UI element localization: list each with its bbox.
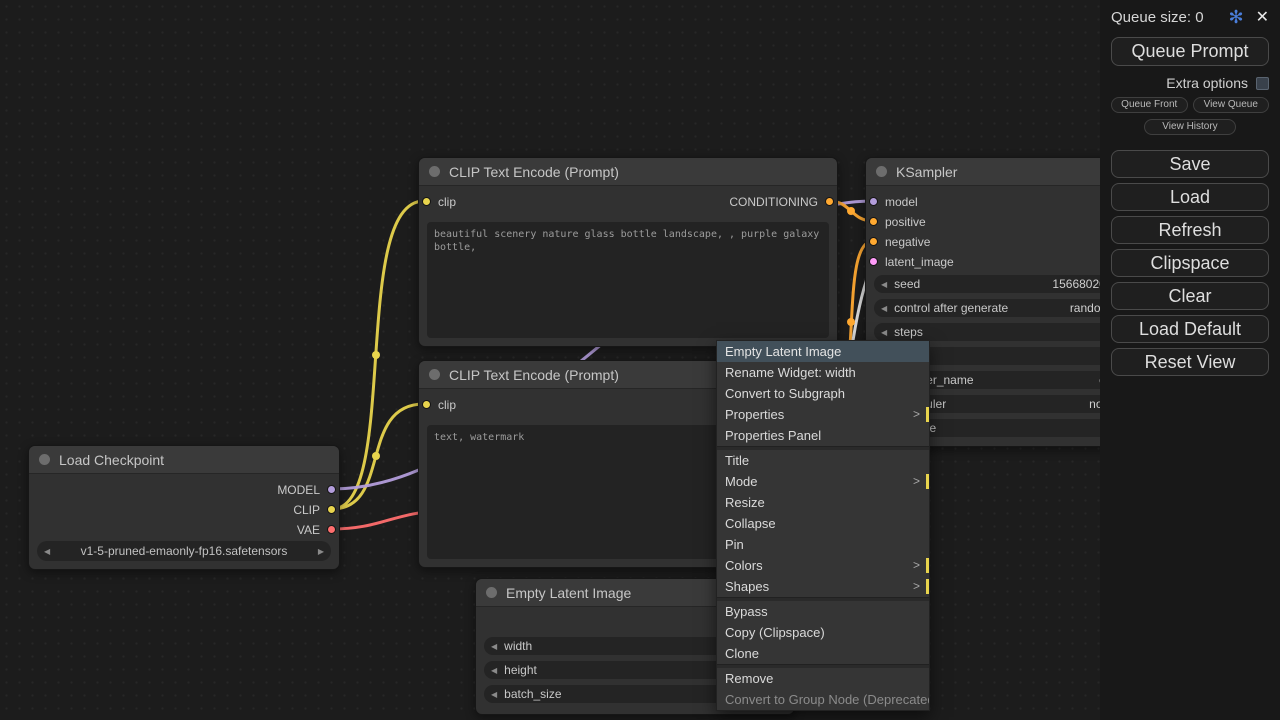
- view-queue-button[interactable]: View Queue: [1193, 97, 1270, 113]
- settings-icon[interactable]: ✻: [1229, 7, 1244, 28]
- submenu-arrow-icon: >: [913, 404, 920, 425]
- node-clip-text-encode-positive[interactable]: CLIP Text Encode (Prompt) clip CONDITION…: [418, 157, 838, 347]
- clipspace-button[interactable]: Clipspace: [1111, 249, 1269, 277]
- input-label-latent-image: latent_image: [885, 255, 954, 269]
- link-dot: [847, 207, 855, 215]
- reset-view-button[interactable]: Reset View: [1111, 348, 1269, 376]
- input-slot-clip[interactable]: [422, 400, 431, 409]
- save-button[interactable]: Save: [1111, 150, 1269, 178]
- node-title: Empty Latent Image: [506, 585, 631, 601]
- submenu-arrow-icon: >: [913, 576, 920, 597]
- prompt-text-widget[interactable]: beautiful scenery nature glass bottle la…: [427, 222, 829, 338]
- decrement-icon[interactable]: ◀: [881, 280, 887, 289]
- menu-item-remove[interactable]: Remove: [717, 668, 929, 689]
- submenu-arrow-icon: >: [913, 555, 920, 576]
- submenu-flag: [926, 579, 929, 594]
- collapse-dot[interactable]: [429, 166, 440, 177]
- submenu-flag: [926, 558, 929, 573]
- next-icon[interactable]: ▶: [318, 547, 324, 556]
- menu-item-pin[interactable]: Pin: [717, 534, 929, 555]
- output-slot-conditioning[interactable]: [825, 197, 834, 206]
- menu-item-properties-panel[interactable]: Properties Panel: [717, 425, 929, 446]
- output-label-conditioning: CONDITIONING: [729, 195, 818, 209]
- collapse-dot[interactable]: [876, 166, 887, 177]
- input-slot-positive[interactable]: [869, 217, 878, 226]
- collapse-dot[interactable]: [39, 454, 50, 465]
- link-dot: [847, 318, 855, 326]
- clear-button[interactable]: Clear: [1111, 282, 1269, 310]
- menu-item-shapes[interactable]: Shapes >: [717, 576, 929, 597]
- node-title-bar[interactable]: CLIP Text Encode (Prompt): [419, 158, 837, 186]
- comfy-menu-panel: Queue size: 0 ✻ ✕ Queue Prompt Extra opt…: [1100, 0, 1280, 720]
- input-label-positive: positive: [885, 215, 926, 229]
- node-title-bar[interactable]: Load Checkpoint: [29, 446, 339, 474]
- menu-item-copy-clipspace[interactable]: Copy (Clipspace): [717, 622, 929, 643]
- menu-item-resize[interactable]: Resize: [717, 492, 929, 513]
- output-slot-model[interactable]: [327, 485, 336, 494]
- output-slot-vae[interactable]: [327, 525, 336, 534]
- close-icon[interactable]: ✕: [1256, 7, 1269, 27]
- view-history-button[interactable]: View History: [1144, 119, 1236, 135]
- output-label-vae: VAE: [297, 523, 320, 537]
- menu-item-mode[interactable]: Mode >: [717, 471, 929, 492]
- load-default-button[interactable]: Load Default: [1111, 315, 1269, 343]
- input-slot-negative[interactable]: [869, 237, 878, 246]
- output-slot-clip[interactable]: [327, 505, 336, 514]
- input-label-model: model: [885, 195, 918, 209]
- menu-item-rename-widget[interactable]: Rename Widget: width: [717, 362, 929, 383]
- decrement-icon[interactable]: ◀: [491, 690, 497, 699]
- link-dot: [372, 452, 380, 460]
- extra-options-checkbox[interactable]: [1256, 77, 1269, 90]
- node-load-checkpoint[interactable]: Load Checkpoint MODEL CLIP VAE ◀ v1-5-pr…: [28, 445, 340, 570]
- load-button[interactable]: Load: [1111, 183, 1269, 211]
- queue-size-label: Queue size: 0: [1111, 9, 1204, 26]
- decrement-icon[interactable]: ◀: [491, 666, 497, 675]
- input-slot-model[interactable]: [869, 197, 878, 206]
- node-title: Load Checkpoint: [59, 452, 164, 468]
- decrement-icon[interactable]: ◀: [881, 304, 887, 313]
- context-menu: Empty Latent Image Rename Widget: width …: [716, 340, 930, 711]
- link-dot: [372, 351, 380, 359]
- input-label-clip: clip: [438, 398, 456, 412]
- node-title: CLIP Text Encode (Prompt): [449, 367, 619, 383]
- collapse-dot[interactable]: [486, 587, 497, 598]
- menu-item-properties[interactable]: Properties >: [717, 404, 929, 425]
- context-menu-title: Empty Latent Image: [717, 341, 929, 362]
- decrement-icon[interactable]: ◀: [491, 642, 497, 651]
- input-slot-latent-image[interactable]: [869, 257, 878, 266]
- widget-ckpt-name[interactable]: ◀ v1-5-pruned-emaonly-fp16.safetensors ▶: [37, 541, 331, 561]
- menu-item-collapse[interactable]: Collapse: [717, 513, 929, 534]
- menu-item-clone[interactable]: Clone: [717, 643, 929, 664]
- menu-item-convert-to-group-node[interactable]: Convert to Group Node (Deprecated): [717, 689, 929, 710]
- input-label-negative: negative: [885, 235, 930, 249]
- output-label-model: MODEL: [277, 483, 320, 497]
- refresh-button[interactable]: Refresh: [1111, 216, 1269, 244]
- node-title: KSampler: [896, 164, 957, 180]
- extra-options-label: Extra options: [1166, 75, 1248, 91]
- node-title: CLIP Text Encode (Prompt): [449, 164, 619, 180]
- queue-front-button[interactable]: Queue Front: [1111, 97, 1188, 113]
- input-label-clip: clip: [438, 195, 456, 209]
- queue-prompt-button[interactable]: Queue Prompt: [1111, 37, 1269, 66]
- menu-item-colors[interactable]: Colors >: [717, 555, 929, 576]
- menu-item-convert-to-subgraph[interactable]: Convert to Subgraph: [717, 383, 929, 404]
- collapse-dot[interactable]: [429, 369, 440, 380]
- menu-item-bypass[interactable]: Bypass: [717, 601, 929, 622]
- submenu-flag: [926, 474, 929, 489]
- submenu-flag: [926, 407, 929, 422]
- decrement-icon[interactable]: ◀: [881, 328, 887, 337]
- menu-item-title[interactable]: Title: [717, 450, 929, 471]
- input-slot-clip[interactable]: [422, 197, 431, 206]
- output-label-clip: CLIP: [293, 503, 320, 517]
- submenu-arrow-icon: >: [913, 471, 920, 492]
